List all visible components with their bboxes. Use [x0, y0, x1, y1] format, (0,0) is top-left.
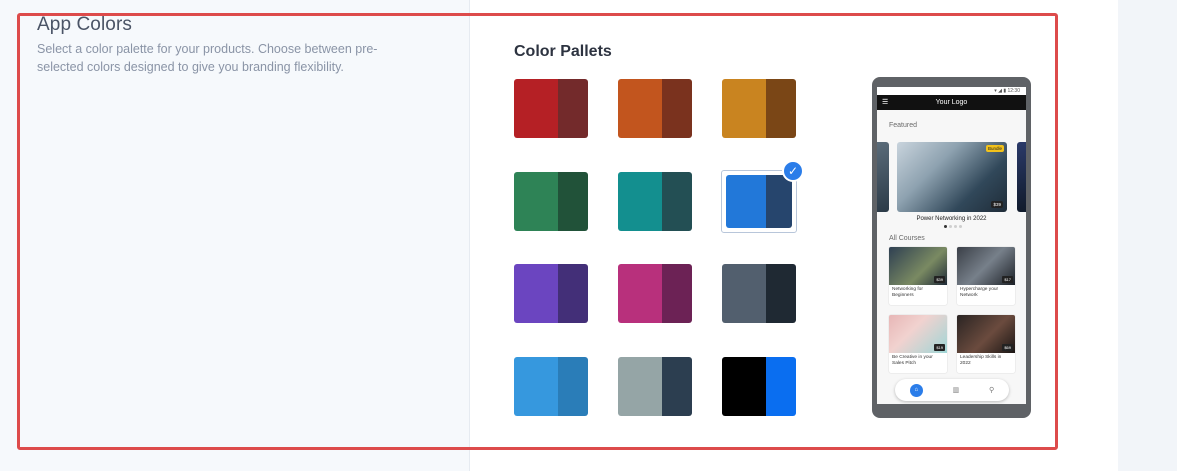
phone-screen: ▾ ◢ ▮ 12:30 ☰ Your Logo Featured Bundle …	[877, 87, 1026, 404]
palette-primary-color	[722, 79, 766, 138]
hamburger-menu-icon: ☰	[882, 99, 889, 106]
section-info-panel: App Colors Select a color palette for yo…	[0, 0, 470, 471]
course-image: $39	[889, 247, 947, 285]
color-pallets-heading: Color Pallets	[514, 43, 612, 60]
featured-price: $39	[991, 201, 1003, 208]
palette-primary-color	[618, 79, 662, 138]
palette-secondary-color	[558, 79, 588, 138]
course-price: $19	[934, 344, 945, 351]
palette-secondary-color	[662, 79, 692, 138]
home-icon: ⌂	[909, 383, 923, 397]
phone-app-bar: ☰ Your Logo	[877, 95, 1026, 110]
course-price: $69	[1002, 344, 1013, 351]
palette-swatch[interactable]	[514, 264, 588, 323]
palette-primary-color	[618, 264, 662, 323]
app-colors-page: App Colors Select a color palette for yo…	[0, 0, 1177, 471]
page-gutter	[1118, 0, 1177, 471]
palette-primary-color	[726, 175, 766, 228]
phone-status-bar: ▾ ◢ ▮ 12:30	[877, 87, 1026, 95]
palette-primary-color	[514, 357, 558, 416]
book-icon: ▥	[952, 387, 960, 394]
course-image: $19	[889, 315, 947, 353]
palette-swatch[interactable]	[514, 357, 588, 416]
palette-secondary-color	[662, 172, 692, 231]
palette-swatch[interactable]	[722, 264, 796, 323]
course-price: $17	[1002, 276, 1013, 283]
palette-secondary-color	[766, 357, 796, 416]
palette-primary-color	[514, 79, 558, 138]
palette-secondary-color	[766, 175, 792, 228]
palette-primary-color	[514, 264, 558, 323]
app-logo-text: Your Logo	[935, 99, 968, 106]
carousel-next-card	[1017, 142, 1026, 212]
palette-swatch[interactable]	[618, 172, 692, 231]
course-title: Networking for Beginners	[892, 287, 923, 298]
course-image: $17	[957, 247, 1015, 285]
palette-secondary-color	[558, 172, 588, 231]
carousel-prev-card	[877, 142, 889, 212]
palette-secondary-color	[766, 79, 796, 138]
carousel-dots	[944, 225, 962, 228]
selected-check-icon: ✓	[782, 160, 804, 182]
palette-primary-color	[618, 357, 662, 416]
course-card: $69 Leadership Skills in 2022	[957, 315, 1015, 373]
course-title: Be Creative in your Sales Pitch	[892, 355, 933, 366]
palette-secondary-color	[662, 264, 692, 323]
course-image: $69	[957, 315, 1015, 353]
palette-primary-color	[722, 264, 766, 323]
course-title: Leadership Skills in 2022	[960, 355, 1002, 366]
course-card: $19 Be Creative in your Sales Pitch	[889, 315, 947, 373]
status-time: 12:30	[1007, 88, 1020, 94]
phone-preview: ▾ ◢ ▮ 12:30 ☰ Your Logo Featured Bundle …	[872, 77, 1031, 418]
featured-course-title: Power Networking in 2022	[916, 216, 987, 222]
palette-secondary-color	[662, 357, 692, 416]
featured-label: Featured	[889, 122, 918, 129]
palette-swatch[interactable]	[722, 79, 796, 138]
palette-swatch[interactable]	[618, 79, 692, 138]
all-courses-label: All Courses	[889, 235, 925, 242]
palette-swatch-selected[interactable]	[726, 175, 792, 228]
course-price: $39	[934, 276, 945, 283]
palette-secondary-color	[766, 264, 796, 323]
palette-primary-color	[618, 172, 662, 231]
palette-swatch[interactable]	[722, 357, 796, 416]
section-description: Select a color palette for your products…	[37, 42, 378, 74]
palette-primary-color	[514, 172, 558, 231]
search-icon: ⚲	[988, 387, 995, 394]
palette-swatch[interactable]	[618, 264, 692, 323]
section-title: App Colors	[37, 14, 132, 35]
palette-swatch[interactable]	[618, 357, 692, 416]
course-card: $39 Networking for Beginners	[889, 247, 947, 305]
palette-primary-color	[722, 357, 766, 416]
palette-secondary-color	[558, 264, 588, 323]
palette-secondary-color	[558, 357, 588, 416]
phone-bottom-nav: ⌂ ▥ ⚲	[895, 379, 1009, 401]
palette-swatch[interactable]	[514, 79, 588, 138]
course-title: Hypercharge your Network	[960, 287, 999, 298]
featured-course-image: Bundle $39	[897, 142, 1007, 212]
palette-swatch[interactable]	[514, 172, 588, 231]
bundle-tag: Bundle	[985, 145, 1004, 152]
course-card: $17 Hypercharge your Network	[957, 247, 1015, 305]
